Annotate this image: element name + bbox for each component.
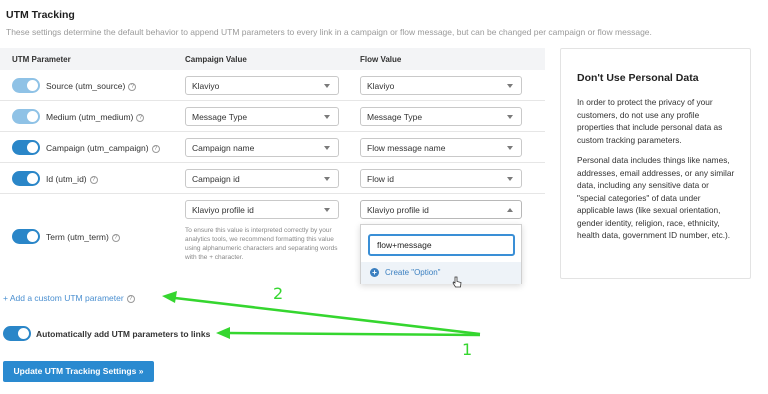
campaign-toggle[interactable] — [12, 140, 40, 155]
term-hint-text: To ensure this value is interpreted corr… — [185, 227, 338, 261]
flow-value-dropdown: flow+message + Create "Option" — [360, 224, 522, 284]
table-row-id: Id (utm_id)? Campaign id Flow id — [0, 163, 545, 194]
update-settings-button[interactable]: Update UTM Tracking Settings » — [3, 361, 154, 382]
personal-data-info-panel: Don't Use Personal Data In order to prot… — [560, 48, 751, 279]
column-header-campaign: Campaign Value — [185, 55, 247, 64]
table-header: UTM Parameter Campaign Value Flow Value — [0, 48, 545, 70]
medium-toggle[interactable] — [12, 109, 40, 124]
annotation-arrow-1 — [227, 331, 481, 337]
create-option-item[interactable]: + Create "Option" — [361, 262, 521, 284]
chevron-down-icon — [324, 84, 330, 88]
id-toggle[interactable] — [12, 171, 40, 186]
chevron-down-icon — [324, 115, 330, 119]
help-icon[interactable]: ? — [128, 83, 137, 91]
chevron-up-icon — [507, 208, 513, 212]
page-title: UTM Tracking — [6, 9, 75, 21]
add-custom-utm-link[interactable]: + Add a custom UTM parameter? — [3, 293, 135, 303]
id-flow-select[interactable]: Flow id — [360, 169, 522, 188]
chevron-down-icon — [324, 146, 330, 150]
source-label: Source (utm_source)? — [46, 81, 137, 91]
term-flow-select[interactable]: Klaviyo profile id — [360, 200, 522, 219]
campaign-label: Campaign (utm_campaign)? — [46, 143, 160, 153]
table-row-medium: Medium (utm_medium)? Message Type Messag… — [0, 101, 545, 132]
medium-label: Medium (utm_medium)? — [46, 112, 145, 122]
column-header-parameter: UTM Parameter — [12, 55, 71, 64]
help-icon[interactable]: ? — [136, 114, 145, 122]
column-header-flow: Flow Value — [360, 55, 402, 64]
chevron-down-icon — [324, 177, 330, 181]
chevron-down-icon — [507, 177, 513, 181]
annotation-label-2: 2 — [273, 284, 284, 303]
annotation-arrowhead-2 — [162, 291, 177, 303]
auto-add-toggle[interactable] — [3, 326, 31, 341]
page-subtitle: These settings determine the default beh… — [6, 27, 652, 37]
campaign-campaign-select[interactable]: Campaign name — [185, 138, 339, 157]
term-label: Term (utm_term)? — [46, 232, 120, 242]
chevron-down-icon — [324, 208, 330, 212]
help-icon[interactable]: ? — [111, 234, 120, 242]
hand-cursor-icon — [452, 276, 462, 288]
source-toggle[interactable] — [12, 78, 40, 93]
info-panel-title: Don't Use Personal Data — [577, 72, 699, 84]
chevron-down-icon — [507, 115, 513, 119]
dropdown-search-input[interactable]: flow+message — [368, 234, 515, 256]
auto-add-label: Automatically add UTM parameters to link… — [36, 329, 211, 339]
id-campaign-select[interactable]: Campaign id — [185, 169, 339, 188]
chevron-down-icon — [507, 84, 513, 88]
id-label: Id (utm_id)? — [46, 174, 98, 184]
help-icon[interactable]: ? — [151, 145, 160, 153]
term-campaign-select[interactable]: Klaviyo profile id — [185, 200, 339, 219]
campaign-flow-select[interactable]: Flow message name — [360, 138, 522, 157]
table-row-source: Source (utm_source)? Klaviyo Klaviyo — [0, 70, 545, 101]
info-panel-paragraph-1: In order to protect the privacy of your … — [577, 97, 723, 145]
medium-campaign-select[interactable]: Message Type — [185, 107, 339, 126]
annotation-arrowhead-1 — [216, 327, 230, 339]
annotation-arrow-2 — [174, 296, 481, 336]
help-icon[interactable]: ? — [126, 295, 135, 303]
medium-flow-select[interactable]: Message Type — [360, 107, 522, 126]
plus-circle-icon: + — [370, 268, 379, 277]
table-row-campaign: Campaign (utm_campaign)? Campaign name F… — [0, 132, 545, 163]
term-toggle[interactable] — [12, 229, 40, 244]
source-campaign-select[interactable]: Klaviyo — [185, 76, 339, 95]
info-panel-paragraph-2: Personal data includes things like names… — [577, 155, 735, 240]
annotation-label-1: 1 — [462, 340, 473, 359]
source-flow-select[interactable]: Klaviyo — [360, 76, 522, 95]
help-icon[interactable]: ? — [89, 176, 98, 184]
chevron-down-icon — [507, 146, 513, 150]
